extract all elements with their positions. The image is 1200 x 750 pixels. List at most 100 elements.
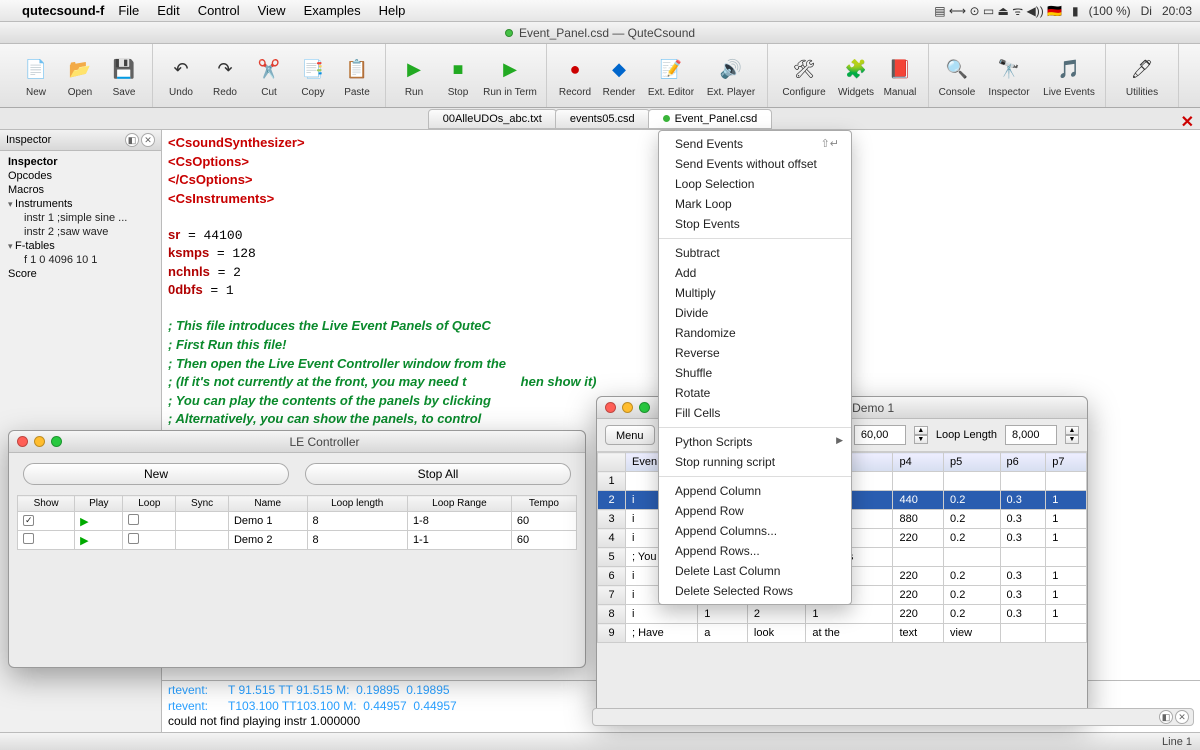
tree-child[interactable]: instr 2 ;saw wave — [4, 225, 157, 239]
tree-node[interactable]: Opcodes — [4, 169, 157, 183]
close-icon[interactable]: ✕ — [141, 133, 155, 147]
toolbar-inspector[interactable]: 🔭Inspector — [979, 53, 1039, 98]
toolbar-cut[interactable]: ✂️Cut — [247, 53, 291, 98]
tree-child[interactable]: f 1 0 4096 10 1 — [4, 253, 157, 267]
window-titlebar: Event_Panel.csd — QuteCsound — [0, 22, 1200, 44]
toolbar-run[interactable]: ▶Run — [392, 53, 436, 98]
close-icon[interactable]: ✕ — [1175, 710, 1189, 724]
menu-item-append-row[interactable]: Append Row — [659, 501, 851, 521]
toolbar-undo[interactable]: ↶Undo — [159, 53, 203, 98]
tree-node[interactable]: Macros — [4, 183, 157, 197]
show-checkbox[interactable] — [23, 533, 34, 544]
toolbar-open[interactable]: 📂Open — [58, 53, 102, 98]
menu-item-send-events[interactable]: Send Events⇧↵ — [659, 134, 851, 154]
toolbar-ext--editor[interactable]: 📝Ext. Editor — [641, 53, 701, 98]
inspector-tree[interactable]: InspectorOpcodesMacrosInstrumentsinstr 1… — [0, 151, 161, 285]
menu-item-stop-events[interactable]: Stop Events — [659, 214, 851, 234]
menu-item-fill-cells[interactable]: Fill Cells — [659, 403, 851, 423]
toolbar-stop[interactable]: ■Stop — [436, 53, 480, 98]
menu-control[interactable]: Control — [198, 3, 240, 18]
lec-new-button[interactable]: New — [23, 463, 289, 485]
tab-events05.csd[interactable]: events05.csd — [555, 109, 650, 129]
menu-item-add[interactable]: Add — [659, 263, 851, 283]
inspector-titlebar: Inspector ◧ ✕ — [0, 130, 161, 151]
menu-item-delete-selected-rows[interactable]: Delete Selected Rows — [659, 581, 851, 601]
menu-item-reverse[interactable]: Reverse — [659, 343, 851, 363]
show-checkbox[interactable] — [23, 515, 34, 526]
tree-node[interactable]: Score — [4, 267, 157, 281]
menu-item-append-columns-[interactable]: Append Columns... — [659, 521, 851, 541]
menu-view[interactable]: View — [258, 3, 286, 18]
toolbar-manual[interactable]: 📕Manual — [878, 53, 922, 98]
menu-item-delete-last-column[interactable]: Delete Last Column — [659, 561, 851, 581]
menu-edit[interactable]: Edit — [157, 3, 179, 18]
detach-icon[interactable]: ◧ — [125, 133, 139, 147]
menu-item-multiply[interactable]: Multiply — [659, 283, 851, 303]
toolbar-save[interactable]: 💾Save — [102, 53, 146, 98]
clock-time: 20:03 — [1162, 4, 1192, 18]
toolbar-paste[interactable]: 📋Paste — [335, 53, 379, 98]
loop-checkbox[interactable] — [128, 533, 139, 544]
toolbar-console[interactable]: 🔍Console — [935, 53, 979, 98]
tab-Event_Panel.csd[interactable]: Event_Panel.csd — [648, 109, 773, 129]
menu-examples[interactable]: Examples — [304, 3, 361, 18]
lec-stopall-button[interactable]: Stop All — [305, 463, 571, 485]
menu-item-randomize[interactable]: Randomize — [659, 323, 851, 343]
grid-row[interactable]: 8i1212200.20.31 — [598, 605, 1087, 624]
clock-day: Di — [1141, 4, 1152, 18]
looplen-label: Loop Length — [936, 429, 997, 441]
menu-item-append-column[interactable]: Append Column — [659, 481, 851, 501]
tempo-field[interactable] — [854, 425, 906, 445]
toolbar-configure[interactable]: 🛠Configure — [774, 53, 834, 98]
toolbar-record[interactable]: ●Record — [553, 53, 597, 98]
toolbar-copy[interactable]: 📑Copy — [291, 53, 335, 98]
tree-node[interactable]: F-tables — [4, 239, 157, 253]
menu-item-append-rows-[interactable]: Append Rows... — [659, 541, 851, 561]
app-name[interactable]: qutecsound-f — [22, 3, 104, 18]
detach-icon[interactable]: ◧ — [1159, 710, 1173, 724]
toolbar-redo[interactable]: ↷Redo — [203, 53, 247, 98]
menu-item-loop-selection[interactable]: Loop Selection — [659, 174, 851, 194]
document-tabs: 00AlleUDOs_abc.txtevents05.csdEvent_Pane… — [0, 108, 1200, 130]
toolbar-ext--player[interactable]: 🔊Ext. Player — [701, 53, 761, 98]
menu-item-rotate[interactable]: Rotate — [659, 383, 851, 403]
loop-checkbox[interactable] — [128, 514, 139, 525]
traffic-lights[interactable] — [605, 402, 650, 413]
looplen-stepper[interactable]: ▲▼ — [1065, 426, 1079, 444]
menu-item-divide[interactable]: Divide — [659, 303, 851, 323]
toolbar-render[interactable]: ◆Render — [597, 53, 641, 98]
tempo-stepper[interactable]: ▲▼ — [914, 426, 928, 444]
menu-item-python-scripts[interactable]: Python Scripts — [659, 432, 851, 452]
context-menu[interactable]: Send Events⇧↵Send Events without offsetL… — [658, 130, 852, 605]
inspector-title: Inspector — [6, 134, 51, 146]
toolbar-run-in-term[interactable]: ▶Run in Term — [480, 53, 540, 98]
menu-item-mark-loop[interactable]: Mark Loop — [659, 194, 851, 214]
menu-item-send-events-without-offset[interactable]: Send Events without offset — [659, 154, 851, 174]
lec-table[interactable]: ShowPlayLoopSyncNameLoop lengthLoop Rang… — [17, 495, 577, 550]
menu-item-stop-running-script[interactable]: Stop running script — [659, 452, 851, 472]
close-tab-icon[interactable]: ✕ — [1181, 112, 1194, 132]
lec-row[interactable]: ▶Demo 281-160 — [18, 531, 577, 550]
lec-row[interactable]: ▶Demo 181-860 — [18, 512, 577, 531]
tree-node[interactable]: Instruments — [4, 197, 157, 211]
toolbar-live-events[interactable]: 🎵Live Events — [1039, 53, 1099, 98]
le-controller-window[interactable]: LE Controller New Stop All ShowPlayLoopS… — [8, 430, 586, 668]
play-icon[interactable]: ▶ — [80, 515, 88, 528]
toolbar-new[interactable]: 📄New — [14, 53, 58, 98]
tab-00AlleUDOs_abc.txt[interactable]: 00AlleUDOs_abc.txt — [428, 109, 557, 129]
toolbar-utilities[interactable]: 🖊Utilities — [1112, 53, 1172, 98]
tree-node[interactable]: Inspector — [4, 155, 157, 169]
grid-row[interactable]: 9; Havealookat thetextview — [598, 624, 1087, 643]
traffic-lights[interactable] — [17, 436, 62, 447]
looplen-field[interactable] — [1005, 425, 1057, 445]
menu-file[interactable]: File — [118, 3, 139, 18]
menu-help[interactable]: Help — [379, 3, 406, 18]
toolbar-widgets[interactable]: 🧩Widgets — [834, 53, 878, 98]
status-bar: Line 1 — [0, 732, 1200, 750]
demo1-menu-button[interactable]: Menu — [605, 425, 655, 445]
tree-child[interactable]: instr 1 ;simple sine ... — [4, 211, 157, 225]
play-icon[interactable]: ▶ — [80, 534, 88, 547]
menu-item-subtract[interactable]: Subtract — [659, 243, 851, 263]
bottom-panel-stub: ◧ ✕ — [592, 708, 1194, 726]
menu-item-shuffle[interactable]: Shuffle — [659, 363, 851, 383]
